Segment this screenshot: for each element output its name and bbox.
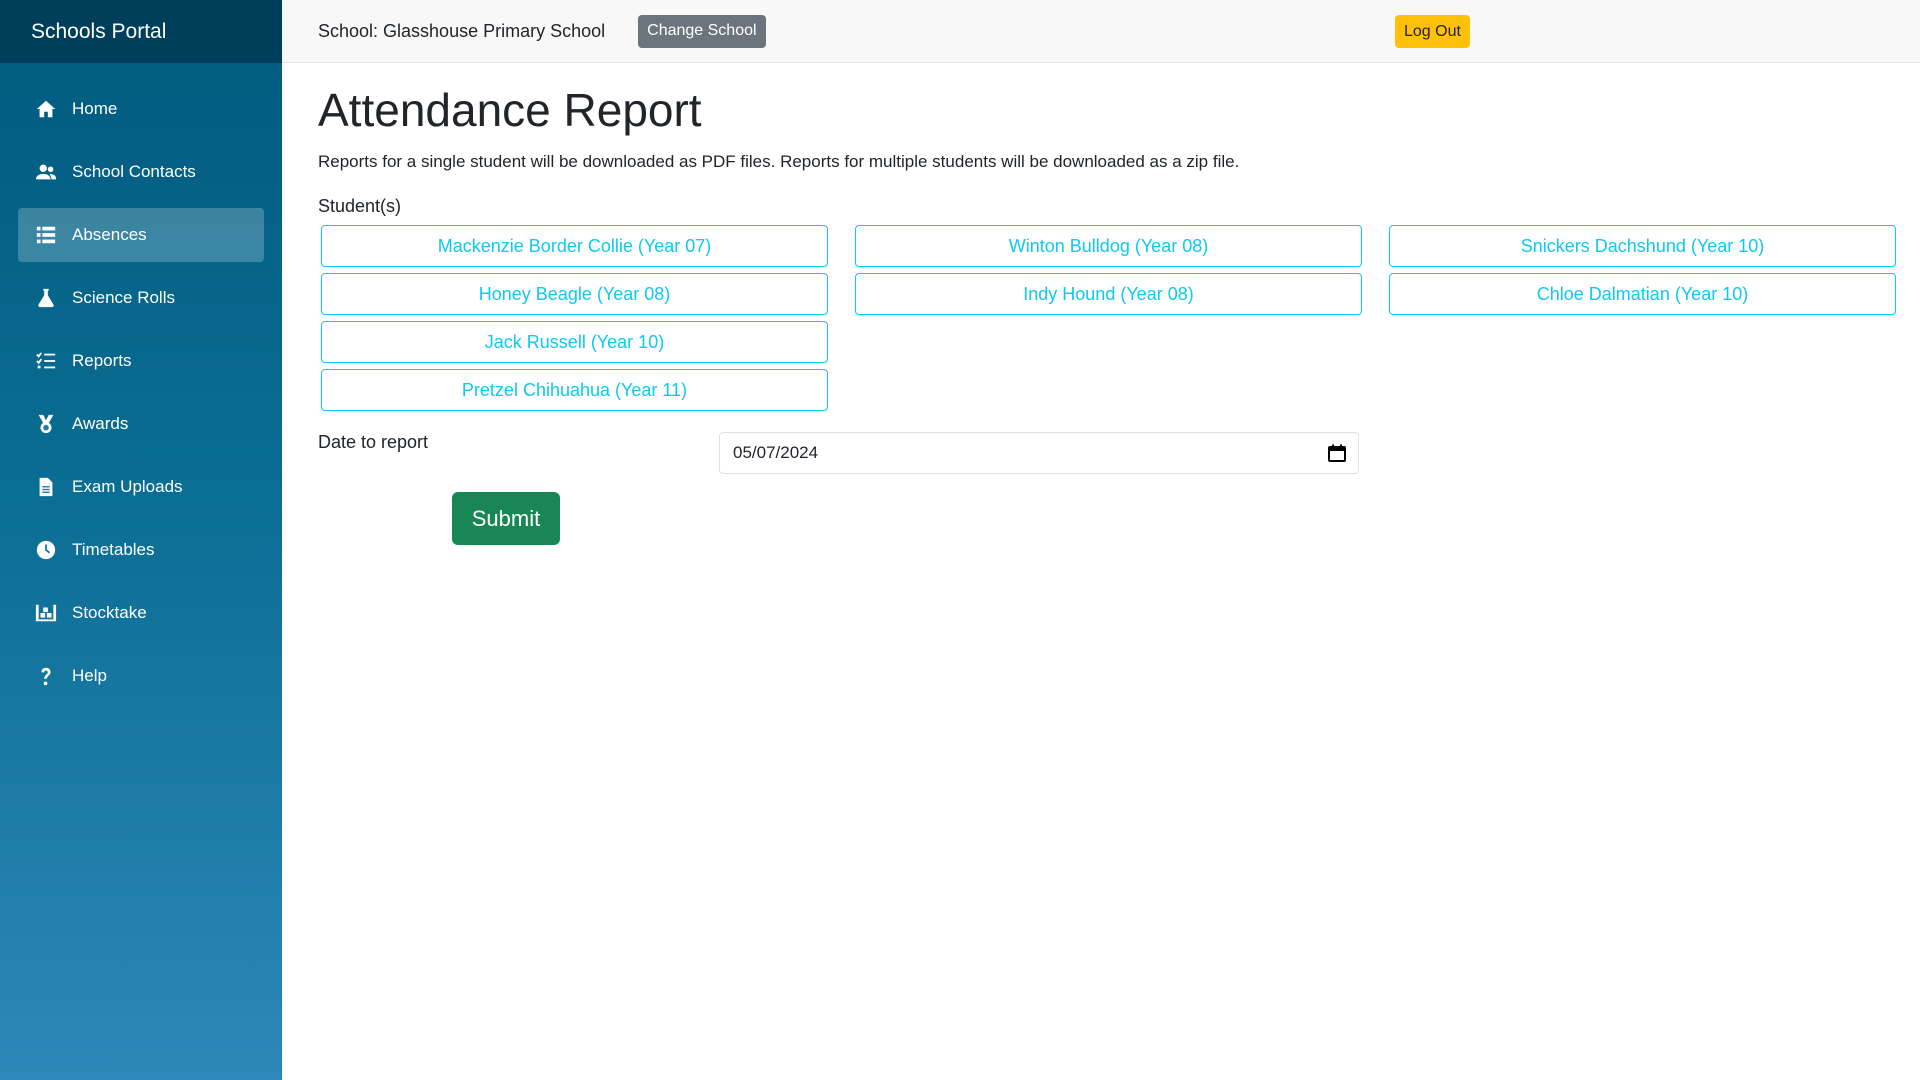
date-row: Date to report 05/07/2024 — [318, 432, 1897, 475]
student-button[interactable]: Chloe Dalmatian (Year 10) — [1389, 273, 1896, 316]
sidebar-item-label: Stocktake — [72, 603, 147, 622]
flask-icon — [34, 286, 58, 310]
list-icon — [34, 223, 58, 247]
page-description: Reports for a single student will be dow… — [318, 152, 1240, 172]
main-area: School: Glasshouse Primary School Change… — [282, 0, 1920, 1080]
sidebar-item-reports[interactable]: Reports — [18, 334, 264, 388]
sidebar-item-label: School Contacts — [72, 162, 196, 181]
student-button[interactable]: Mackenzie Border Collie (Year 07) — [321, 225, 828, 268]
date-label: Date to report — [318, 432, 429, 453]
date-value: 05/07/2024 — [733, 443, 819, 463]
logout-button[interactable]: Log Out — [1395, 15, 1470, 48]
student-button[interactable]: Jack Russell (Year 10) — [321, 321, 828, 364]
date-input[interactable]: 05/07/2024 — [719, 432, 1359, 475]
page-content: Attendance Report Reports for a single s… — [282, 63, 1920, 1080]
student-button[interactable]: Winton Bulldog (Year 08) — [855, 225, 1362, 268]
student-column-1: Mackenzie Border Collie (Year 07) Honey … — [321, 225, 828, 417]
clock-icon — [34, 538, 58, 562]
sidebar-item-timetables[interactable]: Timetables — [18, 523, 264, 577]
calendar-icon[interactable] — [1328, 444, 1346, 463]
sidebar-item-exam-uploads[interactable]: Exam Uploads — [18, 460, 264, 514]
brand-link[interactable]: Schools Portal — [31, 20, 166, 44]
brand-bar: Schools Portal — [0, 0, 282, 63]
sidebar-item-label: Reports — [72, 351, 132, 370]
sidebar-nav: Home School Contacts Absences Science Ro… — [0, 63, 282, 703]
current-school-text: School: Glasshouse Primary School — [318, 20, 606, 41]
sidebar: Schools Portal Home School Contacts Abse… — [0, 0, 282, 1080]
sidebar-item-label: Help — [72, 666, 107, 685]
sidebar-item-label: Home — [72, 99, 118, 118]
students-label: Student(s) — [318, 196, 402, 217]
sidebar-item-school-contacts[interactable]: School Contacts — [18, 145, 264, 199]
student-button[interactable]: Pretzel Chihuahua (Year 11) — [321, 369, 828, 412]
student-button[interactable]: Snickers Dachshund (Year 10) — [1389, 225, 1896, 268]
sidebar-item-label: Absences — [72, 225, 147, 244]
sidebar-item-awards[interactable]: Awards — [18, 397, 264, 451]
student-column-3: Snickers Dachshund (Year 10) Chloe Dalma… — [1389, 225, 1896, 417]
sidebar-item-label: Awards — [72, 414, 129, 433]
home-icon — [34, 97, 58, 121]
contacts-icon — [34, 160, 58, 184]
student-selector: Mackenzie Border Collie (Year 07) Honey … — [321, 225, 1897, 417]
student-column-2: Winton Bulldog (Year 08) Indy Hound (Yea… — [855, 225, 1362, 417]
sidebar-item-label: Timetables — [72, 540, 155, 559]
sidebar-item-absences[interactable]: Absences — [18, 208, 264, 262]
sidebar-item-label: Science Rolls — [72, 288, 175, 307]
document-icon — [34, 475, 58, 499]
top-bar: School: Glasshouse Primary School Change… — [282, 0, 1920, 63]
sidebar-item-home[interactable]: Home — [18, 82, 264, 136]
medal-icon — [34, 412, 58, 436]
student-button[interactable]: Indy Hound (Year 08) — [855, 273, 1362, 316]
sidebar-item-science-rolls[interactable]: Science Rolls — [18, 271, 264, 325]
warehouse-icon — [34, 601, 58, 625]
question-icon — [34, 664, 58, 688]
submit-button[interactable]: Submit — [452, 492, 560, 546]
page-title: Attendance Report — [318, 84, 702, 136]
student-button[interactable]: Honey Beagle (Year 08) — [321, 273, 828, 316]
change-school-button[interactable]: Change School — [638, 14, 766, 48]
sidebar-item-stocktake[interactable]: Stocktake — [18, 586, 264, 640]
checklist-icon — [34, 349, 58, 373]
sidebar-item-label: Exam Uploads — [72, 477, 183, 496]
sidebar-item-help[interactable]: Help — [18, 649, 264, 703]
